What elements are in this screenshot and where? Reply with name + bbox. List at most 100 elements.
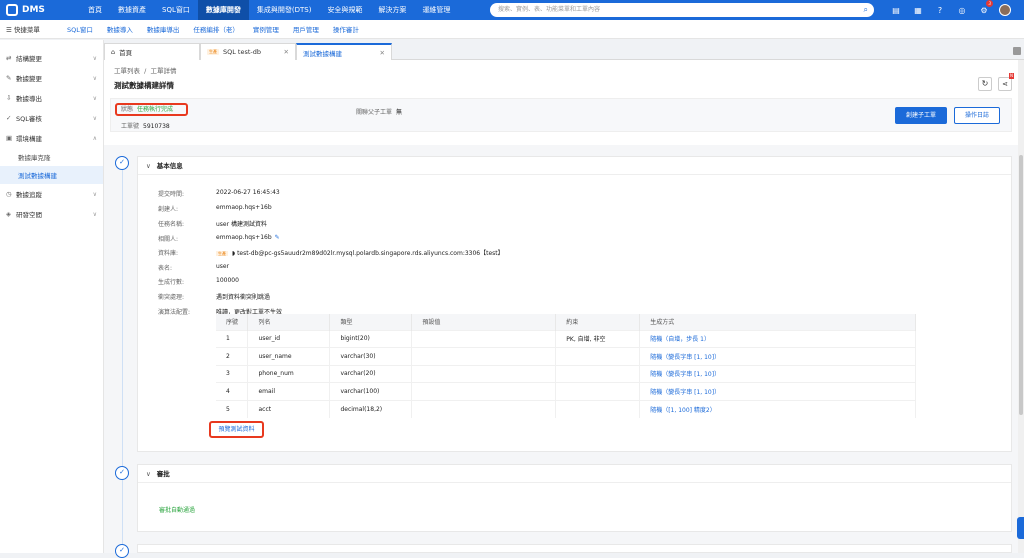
status-value: 任務執行完成 <box>137 106 174 113</box>
avatar[interactable] <box>999 4 1011 16</box>
sidebar-item-1[interactable]: ✎ 數據變更 ∨ <box>0 68 103 88</box>
close-icon[interactable]: ✕ <box>284 48 289 56</box>
table-cell: varchar(100) <box>329 382 413 400</box>
basic-info-header[interactable]: ∨ 基本信息 <box>138 157 1011 175</box>
breadcrumb-ticket-list[interactable]: 工單列表 <box>114 67 140 75</box>
table-cell <box>411 347 557 365</box>
table-cell <box>411 329 557 348</box>
table-cell[interactable]: 隨機（變長字串 [1, 10]） <box>639 382 916 400</box>
sidebar-item-label: 數據導出 <box>16 95 42 103</box>
app-name: DMS <box>22 5 45 15</box>
refresh-button[interactable]: ↻ <box>978 77 992 91</box>
prod-tag: 生產 <box>216 251 228 256</box>
topnav-item-7[interactable]: 運維管理 <box>414 0 458 20</box>
close-icon[interactable]: ✕ <box>380 49 385 57</box>
table-cell[interactable]: 隨機（變長字串 [1, 10]） <box>639 347 916 365</box>
sidebar-icon: ◈ <box>6 210 11 218</box>
status-label: 狀態 <box>121 106 134 113</box>
logo-icon <box>6 4 18 16</box>
breadcrumb-ticket-detail: 工單詳情 <box>150 67 177 75</box>
help-icon[interactable]: ? <box>929 6 951 15</box>
subnav-item-5[interactable]: 用戶管理 <box>286 24 326 34</box>
table-cell: 2 <box>216 347 249 365</box>
subnav-item-3[interactable]: 任務編排（老） <box>186 24 246 34</box>
field-label: 創建人: <box>158 206 179 213</box>
scrollbar[interactable] <box>1018 60 1024 553</box>
sidebar-item-2[interactable]: ⇩ 數據導出 ∨ <box>0 88 103 108</box>
preview-test-data-button[interactable]: 預覽測試資料 <box>209 421 264 438</box>
collapse-icon[interactable] <box>1013 47 1021 55</box>
subnav-item-1[interactable]: 數據導入 <box>100 24 140 34</box>
approval-header[interactable]: ∨ 審批 <box>138 465 1011 483</box>
globe-icon[interactable]: ◎ <box>951 6 973 15</box>
topnav-item-5[interactable]: 安全與規範 <box>319 0 370 20</box>
notify-badge: 3 <box>986 0 993 7</box>
notes-icon[interactable]: ▤ <box>885 6 907 15</box>
topnav-item-3[interactable]: 數據庫開發 <box>197 0 249 20</box>
share-button[interactable]: ⋖ N <box>998 73 1014 91</box>
sidebar-subitem-1[interactable]: 測試數據構建 <box>0 166 103 184</box>
table-body: 1 user_id bigint(20) PK, 自增, 非空 隨機（自增，步長 1） 2… <box>216 329 916 418</box>
topnav-item-4[interactable]: 集成與開發(DTS) <box>249 0 320 20</box>
topnav-item-1[interactable]: 數據資產 <box>110 0 154 20</box>
search-placeholder: 搜索、實例、表、功能菜單和工單內容 <box>498 6 601 13</box>
scrollbar-thumb[interactable] <box>1019 155 1023 415</box>
share-badge: N <box>1009 73 1014 79</box>
dms-logo[interactable]: DMS <box>0 4 80 16</box>
ticket-info: 狀態 任務執行完成 工單號 5910738 關聯父子工單無 創建子工單 操作日誌 <box>110 98 1012 132</box>
basic-info-card: ∨ 基本信息 提交時間: 2022-06-27 16:45:43 創建人: emmaop… <box>137 156 1012 452</box>
approval-status: 審批自動通過 <box>159 507 196 514</box>
top-nav: 首頁 數據資產 SQL窗口 數據庫開發 集成與開發(DTS) 安全與規範 解決方案 運維管理 <box>80 0 458 20</box>
sidebar-icon: ◷ <box>6 190 12 198</box>
subnav-item-4[interactable]: 實例管理 <box>246 24 286 34</box>
search-icon[interactable]: ⌕ <box>864 5 868 15</box>
table-cell: bigint(20) <box>329 329 413 348</box>
table-row: 2 user_name varchar(30) 隨機（變長字串 [1, 10]） <box>216 347 916 365</box>
calendar-icon[interactable]: ▦ <box>907 6 929 15</box>
create-subticket-button[interactable]: 創建子工單 <box>895 107 947 124</box>
sidebar-item-3[interactable]: ✓ SQL審核 ∨ <box>0 108 103 128</box>
chevron-down-icon: ∨ <box>92 210 97 218</box>
subnav-item-0[interactable]: SQL窗口 <box>60 24 100 34</box>
ticket-value: 5910738 <box>143 123 170 130</box>
sidebar-item-label: 環境構建 <box>16 135 42 143</box>
side-expand-tab[interactable] <box>1017 517 1024 539</box>
subnav-item-6[interactable]: 操作審計 <box>326 24 366 34</box>
field-text: test-db@pc-gs5auudr2m89d02lr.mysql.polar… <box>237 250 504 257</box>
sidebar-subitem-0[interactable]: 數據庫克隆 <box>0 148 103 166</box>
sidebar-item-5[interactable]: ◷ 數據追蹤 ∨ <box>0 184 103 204</box>
settings-icon[interactable]: ⚙ 3 <box>973 0 995 15</box>
basic-info-title: 基本信息 <box>156 162 183 170</box>
sidebar-item-6[interactable]: ◈ 研發空間 ∨ <box>0 204 103 224</box>
field-value: 遇到資料衝突則跳過 <box>216 292 270 301</box>
field-value: 生產 ◗ test-db@pc-gs5auudr2m89d02lr.mysql.p… <box>216 248 504 257</box>
table-cell: decimal(18,2) <box>329 399 413 418</box>
edit-icon[interactable]: ✎ <box>275 234 280 241</box>
sidebar-item-0[interactable]: ⇄ 結構變更 ∨ <box>0 48 103 68</box>
subnav-item-2[interactable]: 數據庫導出 <box>140 24 187 34</box>
topnav-item-2[interactable]: SQL窗口 <box>154 0 198 20</box>
field-row: 資料庫: 生產 ◗ test-db@pc-gs5auudr2m89d02lr.mys… <box>158 248 504 257</box>
sub-nav-items: SQL窗口 數據導入 數據庫導出 任務編排（老） 實例管理 用戶管理 操作審計 <box>60 24 366 34</box>
field-label: 衝突處理: <box>158 294 185 301</box>
column-header: 預設值 <box>411 314 557 330</box>
sidebar-icon: ▣ <box>6 134 13 142</box>
topnav-item-0[interactable]: 首頁 <box>80 0 110 20</box>
table-cell[interactable]: 隨機（變長字串 [1, 10]） <box>639 364 916 383</box>
operation-log-button[interactable]: 操作日誌 <box>954 107 1000 124</box>
tab-home[interactable]: ⌂ 首頁 <box>104 43 200 60</box>
topnav-item-6[interactable]: 解決方案 <box>370 0 414 20</box>
tab-sql-test-db[interactable]: 生產 SQL test-db ✕ <box>200 43 296 60</box>
field-text: 遇到資料衝突則跳過 <box>216 294 271 301</box>
field-text: 2022-06-27 16:45:43 <box>216 189 280 196</box>
field-value: 100000 <box>216 277 239 286</box>
table-cell[interactable]: 隨機（自增，步長 1） <box>639 329 916 348</box>
table-cell <box>411 399 557 418</box>
quick-menu[interactable]: ☰ 快捷菜單 <box>0 24 60 34</box>
tab-sql-label: SQL test-db <box>223 48 262 56</box>
sidebar-item-4[interactable]: ▣ 環境構建 ∧ <box>0 128 103 148</box>
tab-test-data-build[interactable]: 測試數據構建 ✕ <box>296 43 392 60</box>
table-cell[interactable]: 隨機（[1, 100] 精度2） <box>639 399 916 418</box>
column-header: 序號 <box>216 314 249 330</box>
global-search-input[interactable]: 搜索、實例、表、功能菜單和工單內容 ⌕ <box>490 3 874 17</box>
